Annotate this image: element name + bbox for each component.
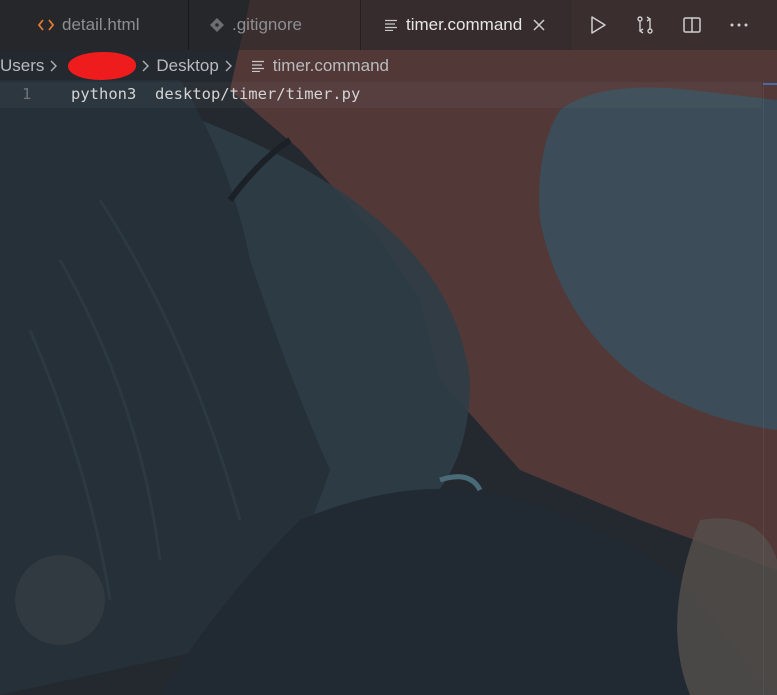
breadcrumb-item-users[interactable]: Users: [0, 56, 44, 76]
tab-gitignore[interactable]: .gitignore: [190, 0, 361, 50]
tab-timer-command[interactable]: timer.command: [362, 0, 572, 50]
lines-file-icon: [251, 60, 265, 72]
lines-file-icon: [384, 19, 398, 31]
chevron-right-icon: [50, 60, 58, 72]
tab-bar: detail.html .gitignore timer.command: [0, 0, 777, 50]
breadcrumb-item-desktop[interactable]: Desktop: [156, 56, 218, 76]
editor-actions: [574, 0, 762, 50]
breadcrumb: Users Desktop timer.command: [0, 52, 777, 80]
redacted-username-mark: [68, 52, 137, 80]
code-line[interactable]: python3 desktop/timer/timer.py: [71, 85, 360, 103]
html-code-icon: [38, 19, 54, 31]
chevron-right-icon: [142, 60, 150, 72]
close-tab-icon[interactable]: [532, 18, 546, 32]
tab-label: detail.html: [62, 15, 140, 34]
scrollbar-position-marker: [763, 83, 777, 85]
editor-window: detail.html .gitignore timer.command Use…: [0, 0, 777, 695]
vertical-scrollbar[interactable]: [763, 82, 777, 695]
more-icon[interactable]: [715, 0, 762, 50]
tab-label: timer.command: [406, 15, 523, 34]
line-number: 1: [22, 85, 32, 103]
tab-label: .gitignore: [232, 15, 302, 34]
run-icon[interactable]: [574, 0, 621, 50]
chevron-right-icon: [225, 60, 233, 72]
compare-changes-icon[interactable]: [621, 0, 668, 50]
breadcrumb-item-file[interactable]: timer.command: [273, 56, 389, 76]
git-icon: [210, 18, 224, 32]
split-editor-icon[interactable]: [668, 0, 715, 50]
tab-detail-html[interactable]: detail.html: [0, 0, 189, 50]
